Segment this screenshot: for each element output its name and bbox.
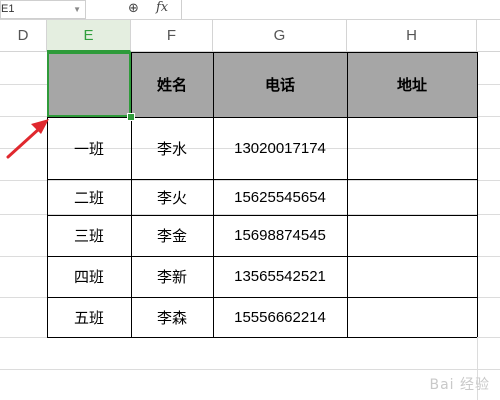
- annotation-arrow-icon: [6, 119, 49, 159]
- watermark: Bai 经验: [429, 377, 490, 393]
